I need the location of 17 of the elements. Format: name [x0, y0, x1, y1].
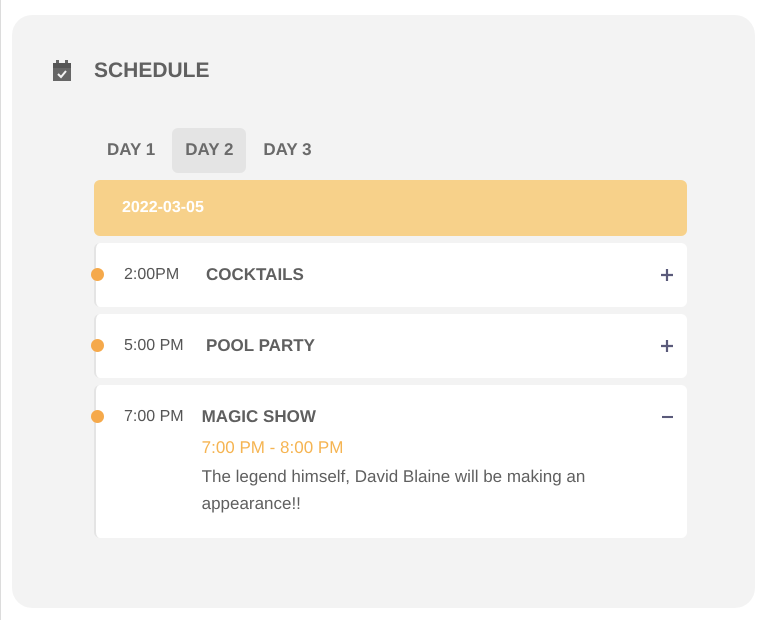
event-time: 2:00PM — [124, 264, 180, 284]
event-time: 7:00 PM — [124, 406, 185, 426]
date-bar: 2022-03-05 — [94, 180, 687, 236]
section-title: SCHEDULE — [94, 58, 210, 84]
calendar-check-icon — [52, 60, 72, 82]
event-time: 5:00 PM — [124, 336, 185, 356]
event-row[interactable]: 5:00 PM POOL PARTY — [94, 314, 687, 378]
event-title: COCKTAILS — [206, 264, 305, 286]
event-row[interactable]: 7:00 PM MAGIC SHOW 7:00 PM - 8:00 PM The legend himself, David Blaine will be making an appearance!! — [94, 384, 687, 538]
event-title: POOL PARTY — [206, 334, 316, 356]
day-tab[interactable]: DAY 2 — [172, 128, 246, 172]
event-time-range: 7:00 PM - 8:00 PM — [202, 436, 344, 458]
plus-icon[interactable] — [661, 340, 673, 352]
plus-icon[interactable] — [661, 268, 673, 280]
event-title: MAGIC SHOW — [202, 406, 317, 428]
event-row[interactable]: 2:00PM COCKTAILS — [94, 242, 687, 306]
event-description: The legend himself, David Blaine will be making an appearance!! — [202, 466, 586, 514]
